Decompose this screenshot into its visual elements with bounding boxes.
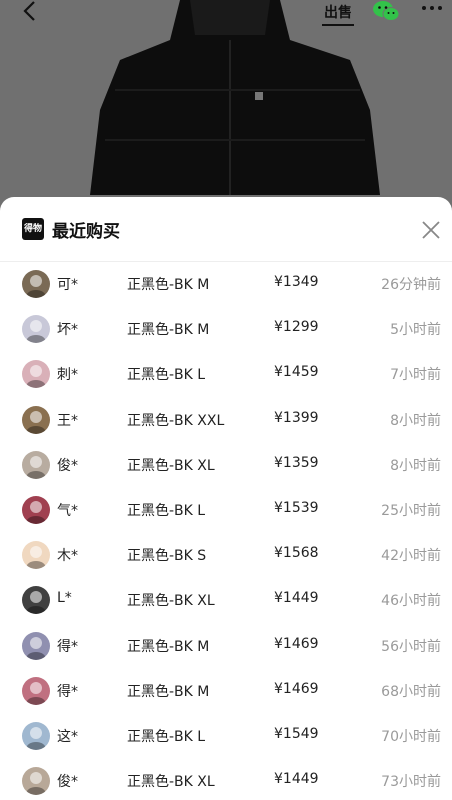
purchase-row: 刺* 正黑色-BK L ¥1459 7小时前	[0, 352, 452, 397]
user-name: 俊*	[57, 774, 78, 791]
user-name: 得*	[57, 638, 78, 655]
user-avatar	[22, 315, 50, 344]
top-navigation-bar: 出售	[0, 0, 452, 40]
purchase-price: ¥1299	[274, 319, 319, 336]
sheet-header: 得物 最近购买	[0, 197, 452, 262]
purchase-price: ¥1449	[274, 771, 319, 788]
user-avatar	[22, 360, 50, 389]
purchase-price: ¥1359	[274, 454, 319, 471]
product-spec: 正黑色-BK XL	[127, 457, 215, 474]
purchase-price: ¥1549	[274, 726, 319, 742]
purchase-row: 俊* 正黑色-BK XL ¥1359 8小时前	[0, 443, 452, 488]
purchase-row: 气* 正黑色-BK L ¥1539 25小时前	[0, 488, 452, 533]
purchase-time: 8小时前	[390, 457, 441, 474]
purchase-row: 王* 正黑色-BK XXL ¥1399 8小时前	[0, 398, 452, 443]
back-button[interactable]	[18, 0, 48, 26]
purchase-row: L* 正黑色-BK XL ¥1449 46小时前	[0, 578, 452, 623]
purchase-price: ¥1349	[274, 274, 319, 290]
sell-button[interactable]: 出售	[322, 2, 354, 26]
chevron-left-icon	[23, 1, 35, 21]
product-spec: 正黑色-BK XXL	[127, 412, 225, 429]
close-button[interactable]	[418, 217, 444, 243]
product-spec: 正黑色-BK S	[127, 548, 207, 565]
product-spec: 正黑色-BK XL	[127, 774, 215, 791]
user-name: 坏*	[57, 322, 78, 339]
user-avatar	[22, 450, 50, 479]
purchase-price: ¥1539	[274, 500, 319, 516]
purchase-price: ¥1469	[274, 635, 319, 652]
purchase-time: 26分钟前	[381, 277, 441, 293]
user-name: 王*	[57, 412, 78, 429]
purchase-time: 42小时前	[381, 548, 441, 565]
user-avatar	[22, 405, 50, 434]
purchase-row: 这* 正黑色-BK L ¥1549 70小时前	[0, 714, 452, 759]
user-name: 这*	[57, 729, 78, 745]
close-icon	[422, 221, 440, 239]
purchase-time: 46小时前	[381, 593, 441, 610]
wechat-share-button[interactable]	[372, 0, 400, 22]
purchase-time: 25小时前	[381, 503, 441, 519]
purchase-row: 可* 正黑色-BK M ¥1349 26分钟前	[0, 262, 452, 307]
user-name: L*	[57, 590, 72, 607]
user-avatar	[22, 722, 50, 750]
product-spec: 正黑色-BK L	[127, 367, 206, 384]
user-name: 气*	[57, 503, 78, 519]
app-logo: 得物	[22, 218, 44, 240]
purchase-price: ¥1469	[274, 680, 319, 697]
purchase-time: 73小时前	[381, 774, 441, 791]
purchase-row: 得* 正黑色-BK M ¥1469 68小时前	[0, 669, 452, 714]
product-spec: 正黑色-BK XL	[127, 593, 215, 610]
recent-purchases-sheet: 得物 最近购买 可* 正黑色-BK M ¥1349 26分钟前坏* 正黑色-BK M ¥1…	[0, 197, 452, 800]
user-avatar	[22, 270, 50, 298]
purchase-time: 56小时前	[381, 638, 441, 655]
more-dots-icon	[422, 6, 442, 10]
purchase-price: ¥1568	[274, 545, 319, 562]
purchase-time: 8小时前	[390, 412, 441, 429]
user-avatar	[22, 541, 50, 570]
user-avatar	[22, 496, 50, 524]
purchase-time: 7小时前	[390, 367, 441, 384]
product-spec: 正黑色-BK L	[127, 503, 206, 519]
purchase-time: 68小时前	[381, 683, 441, 700]
purchase-price: ¥1399	[274, 409, 319, 426]
purchase-time: 5小时前	[390, 322, 441, 339]
purchase-price: ¥1449	[274, 590, 319, 607]
wechat-icon	[373, 1, 400, 21]
product-spec: 正黑色-BK L	[127, 729, 206, 745]
user-name: 木*	[57, 548, 78, 565]
user-avatar	[22, 767, 50, 796]
user-name: 可*	[57, 277, 78, 293]
user-name: 刺*	[57, 367, 78, 384]
product-spec: 正黑色-BK M	[127, 277, 210, 293]
user-avatar	[22, 676, 50, 705]
purchase-row: 木* 正黑色-BK S ¥1568 42小时前	[0, 533, 452, 578]
user-name: 得*	[57, 683, 78, 700]
purchase-row: 俊* 正黑色-BK XL ¥1449 73小时前	[0, 759, 452, 800]
user-name: 俊*	[57, 457, 78, 474]
product-spec: 正黑色-BK M	[127, 322, 210, 339]
user-avatar	[22, 631, 50, 660]
purchase-price: ¥1459	[274, 364, 319, 381]
purchase-row: 坏* 正黑色-BK M ¥1299 5小时前	[0, 307, 452, 352]
user-avatar	[22, 586, 50, 615]
more-options-button[interactable]	[420, 0, 446, 20]
purchase-time: 70小时前	[381, 729, 441, 745]
product-spec: 正黑色-BK M	[127, 638, 210, 655]
sheet-title: 最近购买	[52, 222, 120, 241]
product-spec: 正黑色-BK M	[127, 683, 210, 700]
purchase-row: 得* 正黑色-BK M ¥1469 56小时前	[0, 624, 452, 669]
